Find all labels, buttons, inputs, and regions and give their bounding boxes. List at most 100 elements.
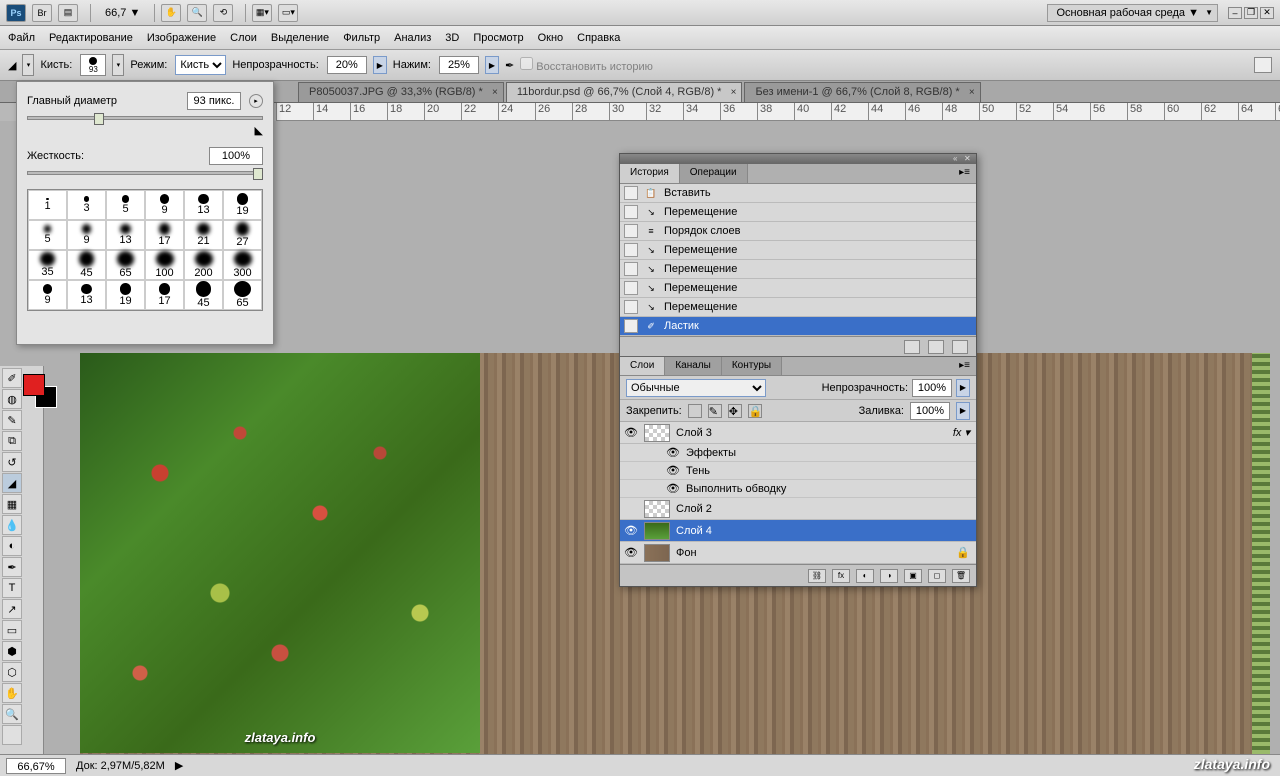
brush-preset[interactable]: 21 xyxy=(184,220,223,250)
lock-transparency-icon[interactable] xyxy=(688,404,702,418)
visibility-icon[interactable]: 👁 xyxy=(624,426,638,440)
tab-layers[interactable]: Слои xyxy=(620,357,665,375)
tool-preset-dropdown[interactable]: ▾ xyxy=(22,54,34,76)
3d-camera-tool[interactable]: ⬡ xyxy=(2,662,22,682)
mask-icon[interactable]: ◐ xyxy=(856,569,874,583)
visibility-icon[interactable]: 👁 xyxy=(624,546,638,560)
layers-menu-icon[interactable]: ▸≡ xyxy=(953,357,976,375)
layers-list[interactable]: 👁Слой 3fx ▾👁Эффекты👁Тень👁Выполнить обвод… xyxy=(620,422,976,564)
brush-preset[interactable]: 19 xyxy=(223,190,262,220)
menu-window[interactable]: Окно xyxy=(538,32,564,44)
restore-icon[interactable]: ❐ xyxy=(1244,7,1258,19)
brush-preset[interactable]: 13 xyxy=(184,190,223,220)
menu-file[interactable]: Файл xyxy=(8,32,35,44)
zoom-icon[interactable]: 🔍 xyxy=(187,4,207,22)
blend-mode-select[interactable]: Обычные xyxy=(626,379,766,397)
menu-select[interactable]: Выделение xyxy=(271,32,329,44)
history-item[interactable]: ✐Ластик xyxy=(620,317,976,336)
film-icon[interactable]: ▤ xyxy=(58,4,78,22)
brush-preset[interactable]: 9 xyxy=(145,190,184,220)
restore-history-checkbox[interactable]: Восстановить историю xyxy=(520,57,653,73)
close-tab-icon[interactable]: × xyxy=(731,87,737,98)
visibility-icon[interactable]: 👁 xyxy=(624,524,638,538)
brush-preset[interactable]: 9 xyxy=(28,280,67,310)
path-tool[interactable]: ↗ xyxy=(2,599,22,619)
type-tool[interactable]: T xyxy=(2,578,22,598)
new-snapshot-icon[interactable] xyxy=(904,340,920,354)
lock-all-icon[interactable]: 🔒 xyxy=(748,404,762,418)
opacity-slider-icon[interactable]: ▶ xyxy=(373,56,387,74)
brush-preset[interactable]: 65 xyxy=(223,280,262,310)
menu-3d[interactable]: 3D xyxy=(445,32,459,44)
layer-effect[interactable]: 👁Эффекты xyxy=(620,444,976,462)
diameter-slider[interactable] xyxy=(27,116,263,120)
heal-tool[interactable]: ◍ xyxy=(2,389,22,409)
brush-dropdown[interactable]: ▾ xyxy=(112,54,124,76)
zoom-field[interactable]: 66,67% xyxy=(6,758,66,774)
history-item[interactable]: 📋Вставить xyxy=(620,184,976,203)
hand-icon[interactable]: ✋ xyxy=(161,4,181,22)
brush-preset[interactable]: 5 xyxy=(28,220,67,250)
new-preset-icon[interactable]: ◣ xyxy=(255,125,263,137)
dodge-tool[interactable]: ◐ xyxy=(2,536,22,556)
mode-select[interactable]: Кисть xyxy=(175,55,226,75)
workspace-selector[interactable]: Основная рабочая среда ▼ xyxy=(1047,4,1218,22)
tab-actions[interactable]: Операции xyxy=(680,164,748,183)
hardness-slider[interactable] xyxy=(27,171,263,175)
panel-menu-icon[interactable]: ▸≡ xyxy=(953,164,976,183)
layer-row[interactable]: Слой 2 xyxy=(620,498,976,520)
brush-preset[interactable]: 13 xyxy=(106,220,145,250)
history-item[interactable]: ↘Перемещение xyxy=(620,203,976,222)
eraser-tool[interactable]: ◢ xyxy=(2,473,22,493)
brush-preset[interactable]: 9 xyxy=(67,220,106,250)
zoom-indicator[interactable]: 66,7 ▼ xyxy=(105,7,140,19)
new-layer-icon[interactable]: ◻ xyxy=(928,569,946,583)
lock-position-icon[interactable]: ✥ xyxy=(728,404,742,418)
close-panel-icon[interactable]: ✕ xyxy=(964,154,974,162)
history-item[interactable]: ≡Порядок слоев xyxy=(620,222,976,241)
visibility-icon[interactable] xyxy=(624,502,638,516)
doc-tab-1[interactable]: 11bordur.psd @ 66,7% (Слой 4, RGB/8) *× xyxy=(506,82,743,102)
flow-slider-icon[interactable]: ▶ xyxy=(485,56,499,74)
fill-value[interactable]: 100% xyxy=(910,402,950,420)
brush-preset[interactable]: 13 xyxy=(67,280,106,310)
stamp-tool[interactable]: ⧉ xyxy=(2,431,22,451)
menu-view[interactable]: Просмотр xyxy=(473,32,523,44)
menu-help[interactable]: Справка xyxy=(577,32,620,44)
brush-tool[interactable]: ✎ xyxy=(2,410,22,430)
brush-preset[interactable]: 3 xyxy=(67,190,106,220)
hardness-input[interactable] xyxy=(209,147,263,165)
play-icon[interactable]: ▸ xyxy=(249,94,263,108)
brush-preset-grid[interactable]: 1359131959131721273545651002003009131917… xyxy=(27,189,263,311)
new-doc-icon[interactable] xyxy=(928,340,944,354)
brush-preset[interactable]: 100 xyxy=(145,250,184,280)
layer-effect[interactable]: 👁Тень xyxy=(620,462,976,480)
screen-mode-icon[interactable]: ▭▾ xyxy=(278,4,298,22)
layer-effect[interactable]: 👁Выполнить обводку xyxy=(620,480,976,498)
eyedropper-tool[interactable]: ✐ xyxy=(2,368,22,388)
link-layers-icon[interactable]: ⛓ xyxy=(808,569,826,583)
brush-preset[interactable]: 1 xyxy=(28,190,67,220)
hand-tool[interactable]: ✋ xyxy=(2,683,22,703)
brush-preset[interactable]: 17 xyxy=(145,220,184,250)
fx-icon[interactable]: fx xyxy=(832,569,850,583)
panel-titlebar[interactable]: «✕ xyxy=(620,154,976,164)
doc-tab-2[interactable]: Без имени-1 @ 66,7% (Слой 8, RGB/8) *× xyxy=(744,82,980,102)
brush-preset[interactable]: 35 xyxy=(28,250,67,280)
brush-preset[interactable]: 27 xyxy=(223,220,262,250)
tab-paths[interactable]: Контуры xyxy=(722,357,782,375)
brush-preset[interactable]: 45 xyxy=(184,280,223,310)
doc-tab-0[interactable]: P8050037.JPG @ 33,3% (RGB/8) *× xyxy=(298,82,504,102)
close-tab-icon[interactable]: × xyxy=(969,87,975,98)
brush-preset[interactable]: 200 xyxy=(184,250,223,280)
brush-preset[interactable]: 5 xyxy=(106,190,145,220)
doc-info-arrow-icon[interactable]: ▶ xyxy=(175,759,183,772)
rotate-icon[interactable]: ⟲ xyxy=(213,4,233,22)
history-brush-tool[interactable]: ↺ xyxy=(2,452,22,472)
brush-preset[interactable]: 300 xyxy=(223,250,262,280)
airbrush-icon[interactable]: ✒ xyxy=(505,59,514,72)
fill-slider-icon[interactable]: ▶ xyxy=(956,402,970,420)
arrange-icon[interactable]: ▦▾ xyxy=(252,4,272,22)
diameter-input[interactable] xyxy=(187,92,241,110)
color-swatches[interactable] xyxy=(23,374,59,410)
